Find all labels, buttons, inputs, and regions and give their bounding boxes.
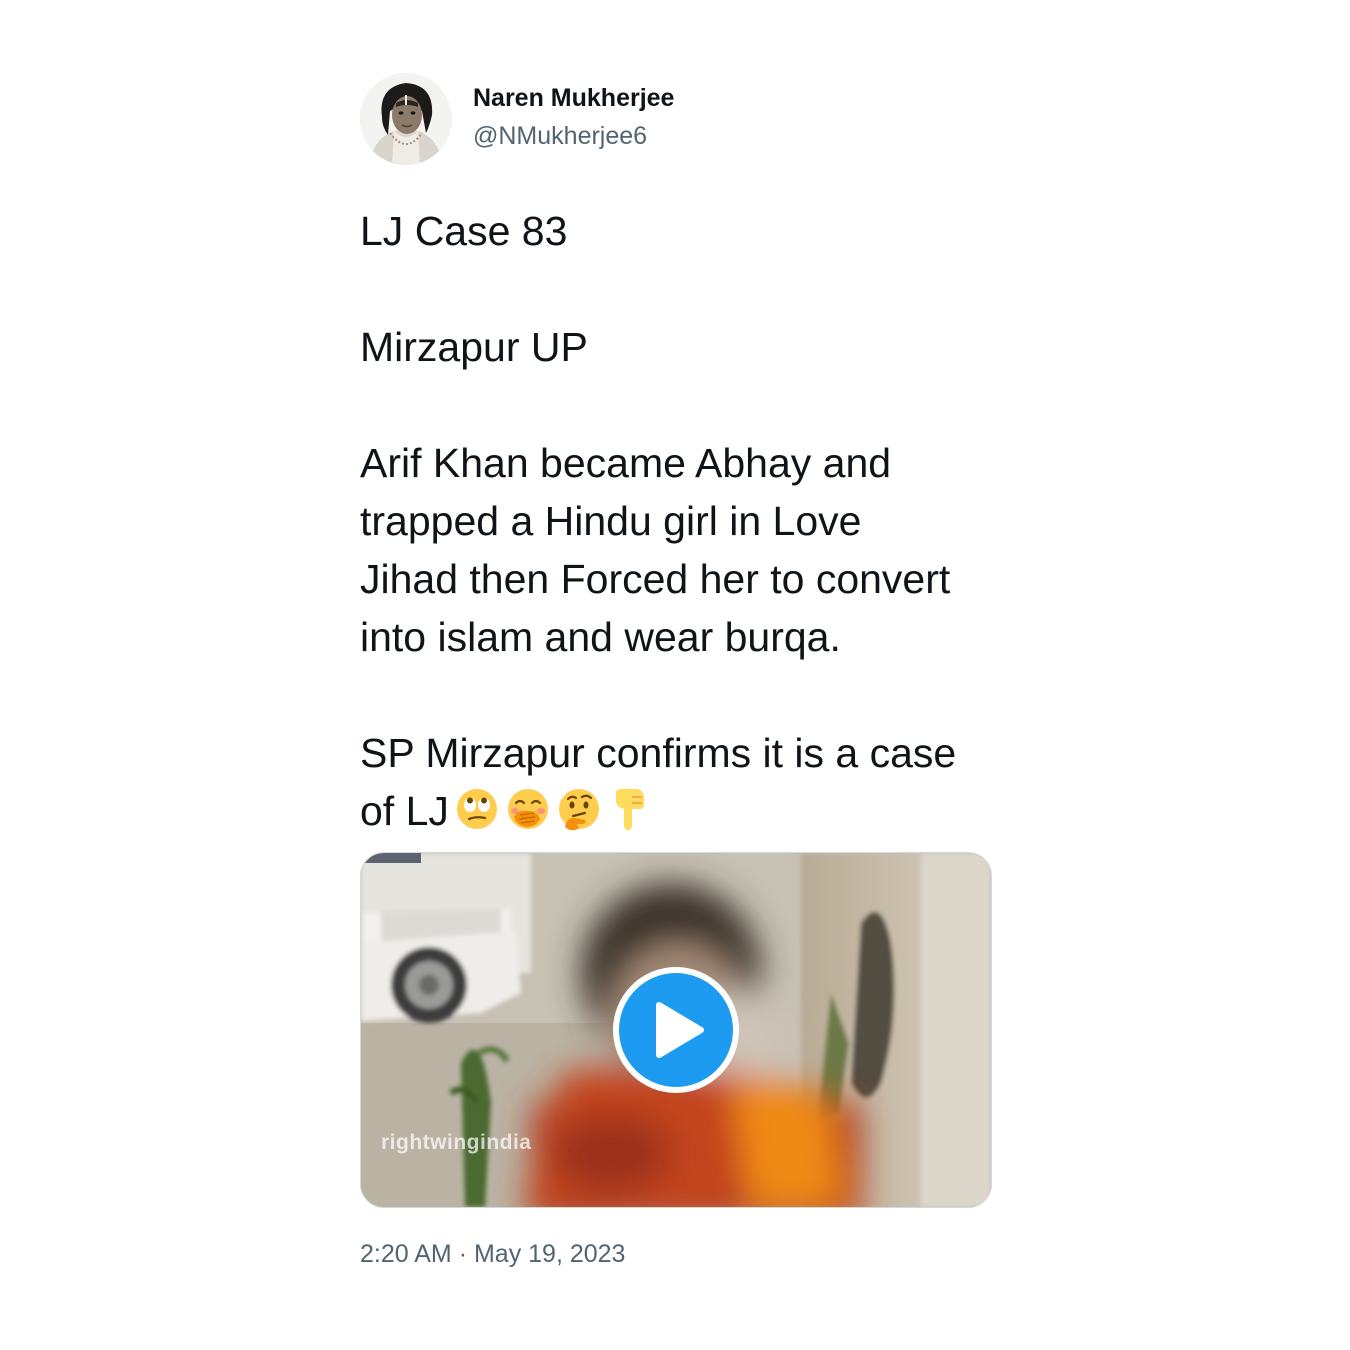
tweet-line: Arif Khan became Abhay and [360,440,892,486]
tweet-line: SP Mirzapur confirms it is a case [360,730,957,776]
thinking-face-emoji-icon [558,789,599,831]
tweet-header: Naren Mukherjee @NMukherjee6 [360,72,992,166]
timestamp-date: May 19, 2023 [473,1240,626,1268]
tweet-text: LJ Case 83 Mirzapur UP Arif Khan became … [360,202,992,840]
tweet-paragraph: SP Mirzapur confirms it is a case of LJ [360,724,992,840]
author-names: Naren Mukherjee @NMukherjee6 [473,81,674,153]
timestamp-time: 2:20 AM [360,1240,452,1268]
tweet-timestamp[interactable]: 2:20 AM · May 19, 2023 [360,1236,625,1272]
tweet-line: of LJ [360,788,449,834]
face-with-rolling-eyes-emoji-icon [456,789,497,829]
tweet-line: LJ Case 83 [360,208,568,254]
tweet-line: Mirzapur UP [360,324,588,370]
backhand-index-pointing-down-emoji-icon [615,789,644,830]
tweet-paragraph: Arif Khan became Abhay and trapped a Hin… [360,434,992,666]
author-handle[interactable]: @NMukherjee6 [473,119,674,153]
tweet-paragraph: Mirzapur UP [360,318,992,376]
tweet-line: into islam and wear burqa. [360,614,841,660]
face-with-hand-over-mouth-emoji-icon [507,789,548,829]
profile-photo-avatar-icon [360,73,452,165]
tweet-card: Naren Mukherjee @NMukherjee6 LJ Case 83 … [360,72,992,1268]
avatar[interactable] [360,73,452,165]
tweet-line: trapped a Hindu girl in Love [360,498,862,544]
play-icon [656,1002,704,1058]
video-player[interactable]: rightwingindia [360,852,992,1208]
play-button[interactable] [613,967,739,1093]
tweet-paragraph: LJ Case 83 [360,202,992,260]
timestamp-separator: · [458,1240,468,1268]
tweet-line: Jihad then Forced her to convert [360,556,951,602]
video-watermark: rightwingindia [381,1131,532,1154]
author-display-name[interactable]: Naren Mukherjee [473,81,674,115]
